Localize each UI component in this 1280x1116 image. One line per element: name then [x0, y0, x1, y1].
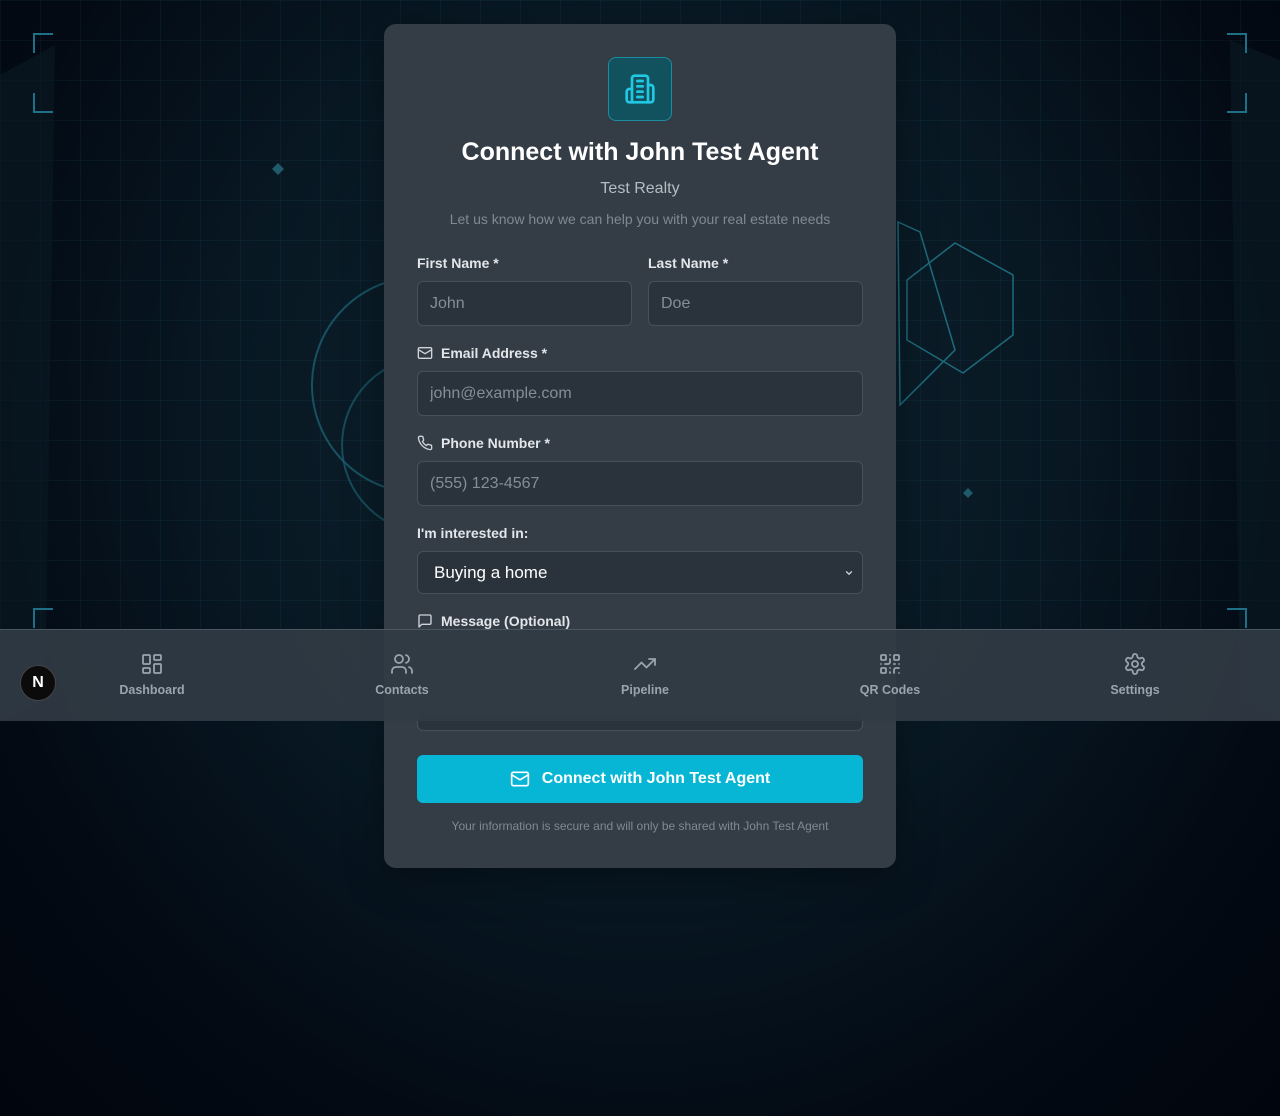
nav-item-qr-codes[interactable]: QR Codes: [830, 652, 950, 697]
page-title: Connect with John Test Agent: [461, 138, 819, 166]
corner-bracket: [1227, 608, 1247, 628]
building-icon: [608, 57, 672, 121]
email-label: Email Address *: [417, 344, 547, 362]
first-name-label-text: First Name *: [417, 255, 499, 271]
submit-button[interactable]: Connect with John Test Agent: [417, 755, 863, 803]
nav-item-settings[interactable]: Settings: [1075, 652, 1195, 697]
corner-bracket: [33, 33, 53, 53]
last-name-label-text: Last Name *: [648, 255, 729, 271]
corner-bracket: [1227, 93, 1247, 113]
nav-item-label: Settings: [1110, 683, 1160, 697]
email-label-text: Email Address *: [441, 345, 548, 361]
message-label: Message (Optional): [417, 612, 570, 630]
privacy-note: Your information is secure and will only…: [451, 819, 829, 833]
nav-item-dashboard[interactable]: Dashboard: [92, 652, 212, 697]
nav-item-label: QR Codes: [859, 683, 921, 697]
interest-select[interactable]: Buying a home: [417, 551, 863, 594]
interest-label: I'm interested in:: [417, 524, 528, 542]
submit-button-label: Connect with John Test Agent: [541, 770, 771, 787]
chevron-down-icon: [845, 570, 853, 575]
corner-bracket: [1227, 33, 1247, 53]
contact-form-card: Connect with John Test Agent Test Realty…: [384, 24, 896, 868]
pipeline-icon: [634, 658, 656, 670]
phone-input[interactable]: [417, 461, 863, 506]
gear-icon: [1125, 653, 1145, 675]
phone-icon: [417, 435, 433, 451]
last-name-input[interactable]: [648, 281, 863, 326]
message-label-text: Message (Optional): [441, 613, 571, 629]
email-input[interactable]: [417, 371, 863, 416]
mail-icon: [417, 347, 433, 359]
form-description: Let us know how we can help you with you…: [449, 211, 831, 227]
bottom-nav: N Dashboard Contacts Pipeline QR Codes S…: [0, 629, 1280, 721]
interest-selected-value: Buying a home: [434, 562, 548, 582]
first-name-input[interactable]: [417, 281, 632, 326]
phone-label: Phone Number *: [417, 434, 550, 452]
nav-item-label: Pipeline: [621, 683, 669, 697]
app-badge[interactable]: N: [20, 665, 56, 701]
corner-bracket: [33, 608, 53, 628]
mail-icon: [510, 771, 529, 787]
nav-item-label: Contacts: [375, 683, 429, 697]
nav-item-pipeline[interactable]: Pipeline: [585, 652, 705, 697]
contacts-icon: [391, 654, 413, 674]
phone-label-text: Phone Number *: [441, 435, 550, 451]
first-name-label: First Name *: [417, 254, 499, 272]
nav-item-contacts[interactable]: Contacts: [342, 652, 462, 697]
message-icon: [418, 614, 432, 628]
company-name: Test Realty: [600, 180, 680, 197]
qr-code-icon: [880, 654, 900, 674]
interest-label-text: I'm interested in:: [417, 525, 529, 541]
last-name-label: Last Name *: [648, 254, 728, 272]
dashboard-icon: [142, 654, 162, 674]
corner-bracket: [33, 93, 53, 113]
nav-item-label: Dashboard: [119, 683, 185, 697]
